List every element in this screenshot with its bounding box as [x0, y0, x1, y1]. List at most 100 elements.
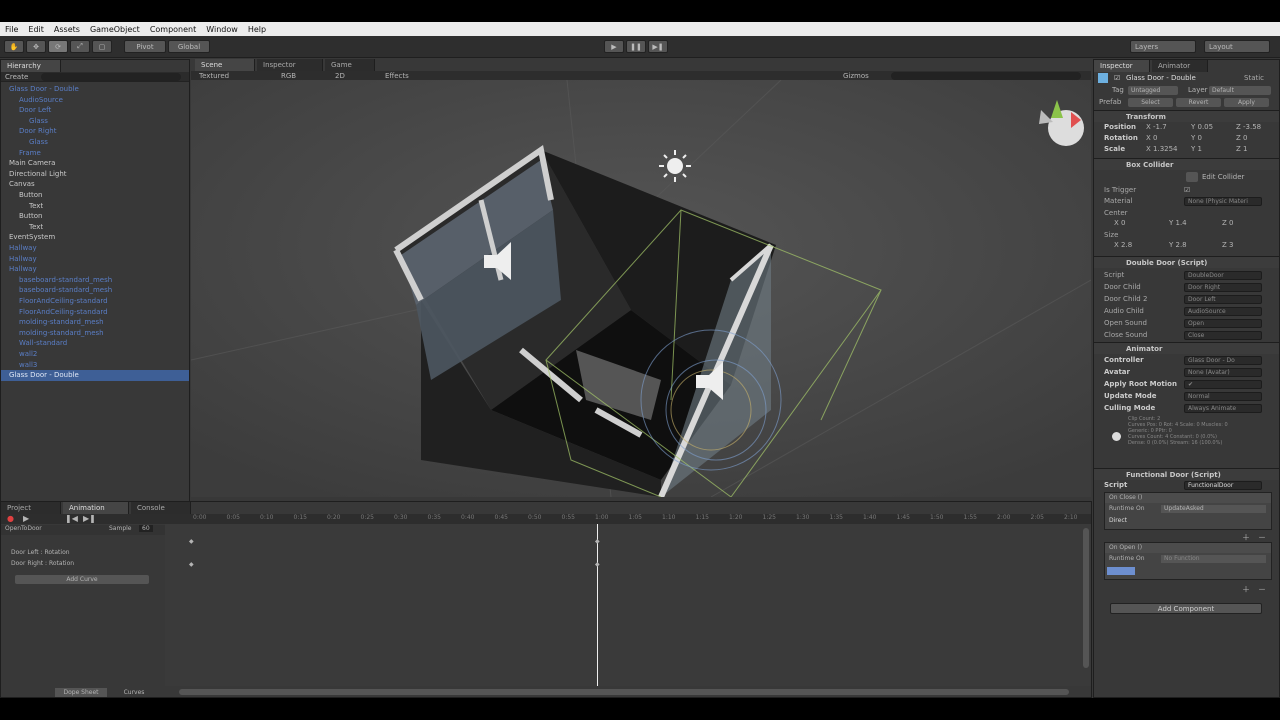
hierarchy-item[interactable]: Glass Door - Double [1, 84, 189, 95]
tab-game[interactable]: Game [325, 59, 375, 71]
tab-inspector[interactable]: Inspector [1094, 60, 1150, 72]
add-curve-button[interactable]: Add Curve [15, 575, 149, 584]
scene-viewport[interactable] [191, 80, 1091, 497]
curve-row[interactable]: Door Right : Rotation [1, 559, 165, 569]
hierarchy-item[interactable]: Directional Light [1, 169, 189, 180]
create-dropdown[interactable]: Create [5, 73, 28, 81]
shading-dropdown[interactable]: Textured [199, 72, 229, 80]
keyframe[interactable]: ◆ [595, 561, 600, 568]
rect-tool-button[interactable]: ▢ [92, 40, 112, 53]
prefab-apply-button[interactable]: Apply [1224, 98, 1269, 107]
record-button[interactable]: ● [7, 514, 14, 523]
rotation-x[interactable]: X 0 [1146, 133, 1157, 144]
hierarchy-item[interactable]: Main Camera [1, 158, 189, 169]
dopesheet-area[interactable]: 0:00 0:05 0:10 0:15 0:20 0:25 0:30 0:35 0:40 0:45… [165, 514, 1091, 686]
hierarchy-item[interactable]: Hallway [1, 254, 189, 265]
object-field[interactable]: Door Left [1184, 295, 1262, 304]
hierarchy-item[interactable]: Door Right [1, 126, 189, 137]
hierarchy-item[interactable]: FloorAndCeiling-standard [1, 307, 189, 318]
prev-key-button[interactable]: ❚◀ [65, 514, 78, 523]
position-x[interactable]: X -1.7 [1146, 122, 1167, 133]
hierarchy-item[interactable]: Glass [1, 116, 189, 127]
animator-field[interactable]: None (Avatar) [1184, 368, 1262, 377]
object-field[interactable]: DoubleDoor [1184, 271, 1262, 280]
menu-item-gameobject[interactable]: GameObject [90, 25, 140, 34]
layer-dropdown[interactable]: Default [1209, 86, 1271, 95]
size-y[interactable]: Y 2.8 [1169, 240, 1187, 251]
hierarchy-item[interactable]: molding-standard_mesh [1, 328, 189, 339]
menu-item-assets[interactable]: Assets [54, 25, 80, 34]
runtime-dropdown[interactable]: Runtime On [1109, 505, 1145, 512]
tab-scene[interactable]: Scene [195, 59, 255, 71]
hierarchy-item[interactable]: Hallway [1, 243, 189, 254]
static-toggle[interactable]: Static [1244, 73, 1264, 84]
animator-field[interactable]: Always Animate [1184, 404, 1262, 413]
tag-dropdown[interactable]: Untagged [1128, 86, 1178, 95]
function-dropdown-2[interactable]: No Function [1161, 555, 1266, 563]
hierarchy-item[interactable]: Glass Door - Double [1, 370, 189, 381]
hierarchy-item[interactable]: baseboard-standard_mesh [1, 285, 189, 296]
hierarchy-item[interactable]: wall2 [1, 349, 189, 360]
center-y[interactable]: Y 1.4 [1169, 218, 1187, 229]
object-field[interactable]: Door Right [1184, 283, 1262, 292]
object-field[interactable]: Close [1184, 331, 1262, 340]
object-field-highlighted[interactable] [1107, 567, 1135, 575]
hierarchy-item[interactable]: Button [1, 190, 189, 201]
tab-inspector-2[interactable]: Inspector [257, 59, 323, 71]
step-button[interactable]: ▶❚ [648, 40, 668, 53]
hierarchy-item[interactable]: baseboard-standard_mesh [1, 275, 189, 286]
object-field[interactable]: AudioSource [1184, 307, 1262, 316]
hierarchy-item[interactable]: Wall-standard [1, 338, 189, 349]
keyframe[interactable]: ◆ [595, 538, 600, 545]
menu-item-component[interactable]: Component [150, 25, 196, 34]
animator-header[interactable]: Animator [1094, 342, 1279, 354]
hand-tool-button[interactable]: ✋ [4, 40, 24, 53]
tab-console[interactable]: Console [131, 502, 191, 514]
hierarchy-item[interactable]: Text [1, 201, 189, 212]
hierarchy-item[interactable]: Frame [1, 148, 189, 159]
effects-dropdown[interactable]: Effects [385, 72, 409, 80]
size-x[interactable]: X 2.8 [1114, 240, 1132, 251]
hierarchy-item[interactable]: Glass [1, 137, 189, 148]
keyframe[interactable]: ◆ [189, 561, 194, 568]
hierarchy-item[interactable]: EventSystem [1, 232, 189, 243]
position-y[interactable]: Y 0.05 [1191, 122, 1213, 133]
center-x[interactable]: X 0 [1114, 218, 1125, 229]
curve-row[interactable]: Door Left : Rotation [1, 548, 165, 558]
hierarchy-item[interactable]: molding-standard_mesh [1, 317, 189, 328]
function-dropdown[interactable]: UpdateAsked [1161, 505, 1266, 513]
global-toggle[interactable]: Global [168, 40, 210, 53]
gizmos-dropdown[interactable]: Gizmos [843, 72, 869, 80]
menu-item-edit[interactable]: Edit [28, 25, 44, 34]
hierarchy-item[interactable]: Hallway [1, 264, 189, 275]
edit-collider-icon[interactable] [1186, 172, 1198, 182]
animator-field[interactable]: ✔ [1184, 380, 1262, 389]
layout-dropdown[interactable]: Layout [1204, 40, 1270, 53]
scale-z[interactable]: Z 1 [1236, 144, 1247, 155]
curves-tab[interactable]: Curves [111, 688, 157, 697]
hierarchy-item[interactable]: Door Left [1, 105, 189, 116]
rgb-dropdown[interactable]: RGB [281, 72, 296, 80]
next-key-button[interactable]: ▶❚ [83, 514, 96, 523]
rotation-y[interactable]: Y 0 [1191, 133, 1202, 144]
2d-toggle[interactable]: 2D [335, 72, 345, 80]
fd-script-field[interactable]: FunctionalDoor [1184, 481, 1262, 490]
prefab-select-button[interactable]: Select [1128, 98, 1173, 107]
timeline-ruler[interactable]: 0:00 0:05 0:10 0:15 0:20 0:25 0:30 0:35 0:40 0:45… [165, 514, 1091, 524]
box-collider-header[interactable]: Box Collider [1094, 158, 1279, 170]
active-checkbox[interactable]: ☑ [1114, 73, 1120, 84]
remove-listener-icon-2[interactable]: － [1258, 584, 1266, 595]
move-tool-button[interactable]: ✥ [26, 40, 46, 53]
hierarchy-item[interactable]: FloorAndCeiling-standard [1, 296, 189, 307]
position-z[interactable]: Z -3.58 [1236, 122, 1261, 133]
transform-header[interactable]: Transform [1094, 110, 1279, 122]
menu-item-file[interactable]: File [5, 25, 18, 34]
clip-dropdown[interactable]: OpenToDoor [5, 525, 42, 532]
keyframe[interactable]: ◆ [189, 538, 194, 545]
rotation-z[interactable]: Z 0 [1236, 133, 1247, 144]
menu-item-help[interactable]: Help [248, 25, 266, 34]
prefab-revert-button[interactable]: Revert [1176, 98, 1221, 107]
layers-dropdown[interactable]: Layers [1130, 40, 1196, 53]
hierarchy-search-input[interactable] [41, 73, 181, 81]
hierarchy-item[interactable]: wall3 [1, 360, 189, 371]
